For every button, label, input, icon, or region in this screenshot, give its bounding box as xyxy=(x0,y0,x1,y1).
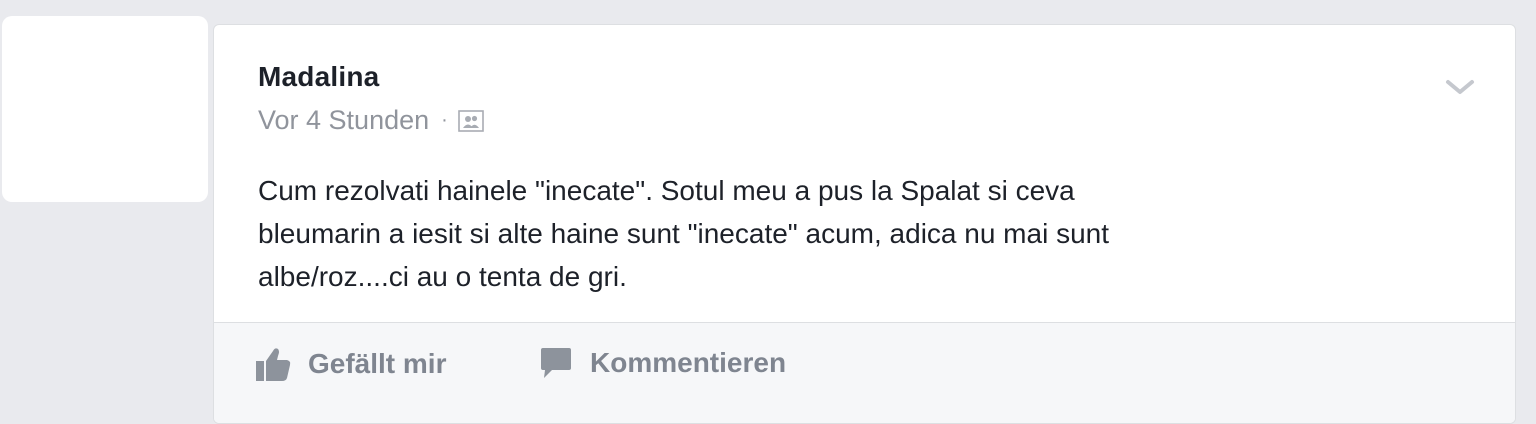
author-name[interactable]: Madalina xyxy=(258,61,379,93)
action-bar: Gefällt mir Kommentieren xyxy=(214,322,1515,423)
comment-bubble-icon xyxy=(541,348,571,378)
comment-label: Kommentieren xyxy=(590,347,787,378)
like-label: Gefällt mir xyxy=(308,348,447,379)
meta-separator: · xyxy=(441,109,448,131)
post-text: Cum rezolvati hainele "inecate". Sotul m… xyxy=(258,175,1110,292)
post-meta: Vor 4 Stunden · xyxy=(258,105,484,136)
avatar[interactable] xyxy=(2,16,208,202)
post-card: Madalina Vor 4 Stunden · Cum rezolvati h… xyxy=(213,24,1516,424)
chevron-down-icon[interactable] xyxy=(1445,77,1475,97)
friends-icon[interactable] xyxy=(458,109,484,132)
thumbs-up-icon xyxy=(256,348,291,381)
post-timestamp[interactable]: Vor 4 Stunden xyxy=(258,105,429,136)
comment-button[interactable]: Kommentieren xyxy=(538,345,786,381)
like-button[interactable]: Gefällt mir xyxy=(254,345,446,383)
